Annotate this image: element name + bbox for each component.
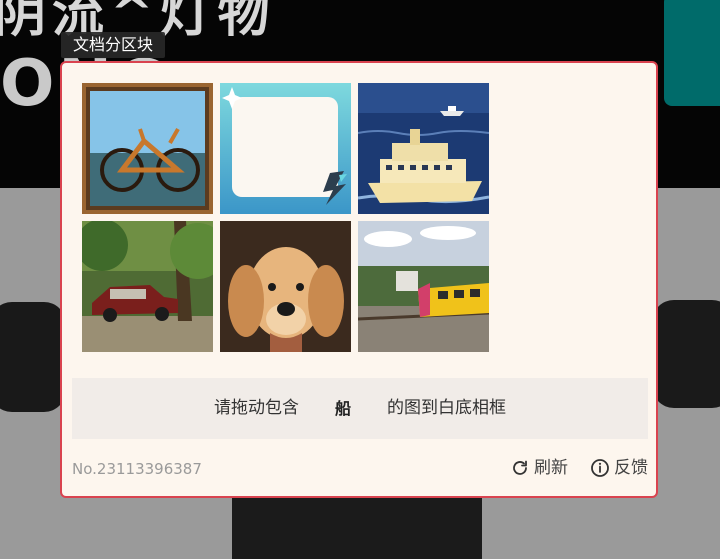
section-label: 文档分区块	[61, 32, 166, 58]
refresh-button[interactable]: 刷新	[510, 458, 568, 478]
info-icon	[591, 459, 609, 477]
captcha-image-car[interactable]	[82, 221, 213, 352]
feedback-label: 反馈	[614, 458, 648, 478]
captcha-actions: 刷新 反馈	[510, 458, 648, 478]
captcha-image-ferry[interactable]	[358, 83, 489, 214]
background-right-hand	[652, 300, 720, 408]
instruction-suffix: 的图到白底相框	[387, 398, 506, 418]
refresh-icon	[513, 460, 527, 475]
dog-painting-icon	[220, 221, 351, 352]
car-painting-icon	[82, 221, 213, 352]
captcha-serial: No.23113396387	[72, 460, 202, 478]
page-background: 阴流^灯物 ONC 文档分区块	[0, 0, 720, 559]
refresh-label: 刷新	[534, 458, 568, 478]
captcha-instruction: 请拖动包含 船 的图到白底相框	[72, 378, 648, 439]
blank-drop-frame-icon	[220, 83, 351, 214]
captcha-image-dog[interactable]	[220, 221, 351, 352]
captcha-drop-frame[interactable]	[220, 83, 351, 214]
instruction-target: 船	[334, 398, 351, 418]
captcha-image-bicycle[interactable]	[82, 83, 213, 214]
instruction-prefix: 请拖动包含	[214, 398, 299, 418]
ferry-boat-painting-icon	[358, 83, 489, 214]
background-left-hand	[0, 302, 66, 412]
captcha-image-train[interactable]	[358, 221, 489, 352]
background-teal-panel	[664, 0, 720, 106]
background-body-shape	[232, 488, 482, 559]
bicycle-painting-icon	[82, 83, 213, 214]
captcha-panel: 请拖动包含 船 的图到白底相框 No.23113396387 刷新 反馈	[60, 61, 658, 498]
feedback-button[interactable]: 反馈	[590, 458, 648, 478]
train-painting-icon	[358, 221, 489, 352]
